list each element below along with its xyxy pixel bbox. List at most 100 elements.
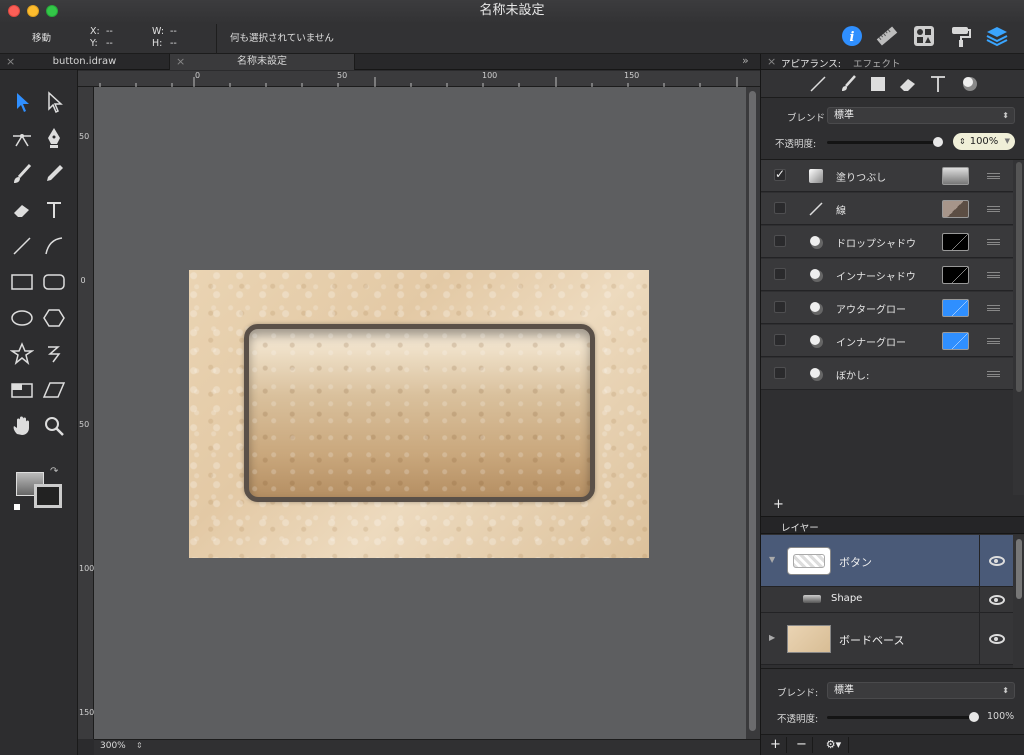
zoom-stepper-icon[interactable]: ⇕ <box>136 741 143 750</box>
drag-handle-icon[interactable] <box>987 272 1000 278</box>
tab-untitled[interactable]: × 名称未設定 <box>170 54 355 70</box>
drag-handle-icon[interactable] <box>987 173 1000 179</box>
polygon-tool-icon[interactable] <box>42 306 66 330</box>
opacity-slider-track[interactable] <box>827 141 941 144</box>
effect-checkbox[interactable] <box>774 167 786 181</box>
fill-effect-icon[interactable] <box>865 72 891 96</box>
scrollbar-thumb[interactable] <box>1016 162 1022 392</box>
effect-checkbox[interactable] <box>774 268 786 280</box>
layer-blend-select[interactable]: 標準 ⬍ <box>827 682 1015 699</box>
selection-arrow-icon[interactable] <box>10 90 34 114</box>
disclosure-triangle-icon[interactable]: ▶ <box>769 633 775 642</box>
disclosure-triangle-icon[interactable]: ▼ <box>769 555 775 564</box>
minimize-window-button[interactable] <box>27 5 39 17</box>
effect-color-swatch[interactable] <box>942 332 969 350</box>
drawing-canvas[interactable] <box>94 87 746 739</box>
shapes-library-icon[interactable] <box>912 24 936 48</box>
effect-row-drop-shadow[interactable]: ドロップシャドウ <box>761 226 1013 258</box>
visibility-eye-icon[interactable] <box>989 634 1005 644</box>
effect-color-swatch[interactable] <box>942 266 969 284</box>
ruler-icon[interactable] <box>875 24 899 48</box>
effect-color-swatch[interactable] <box>942 167 969 185</box>
panel-close-icon[interactable]: × <box>767 55 776 68</box>
drag-handle-icon[interactable] <box>987 239 1000 245</box>
zoom-tool-icon[interactable] <box>42 414 66 438</box>
stepper-icon[interactable]: ⇕ <box>959 133 966 150</box>
layer-row-shape[interactable]: Shape <box>761 587 1013 613</box>
paint-roller-icon[interactable] <box>949 24 973 48</box>
frame-tool-icon[interactable] <box>10 378 34 402</box>
close-window-button[interactable] <box>8 5 20 17</box>
stroke-effect-icon[interactable] <box>805 72 831 96</box>
layers-icon[interactable] <box>985 24 1009 48</box>
close-tab-icon[interactable]: × <box>6 54 15 69</box>
layer-opacity-slider-track[interactable] <box>827 716 977 719</box>
button-shape[interactable] <box>244 324 595 502</box>
board-base-artwork[interactable] <box>189 270 649 558</box>
blend-mode-select[interactable]: 標準 ⬍ <box>827 107 1015 124</box>
effect-checkbox[interactable] <box>774 202 786 214</box>
effects-scrollbar[interactable] <box>1013 160 1024 495</box>
skew-tool-icon[interactable] <box>42 378 66 402</box>
brush-effect-icon[interactable] <box>835 72 861 96</box>
effect-row-fill[interactable]: 塗りつぶし <box>761 160 1013 192</box>
shadow-effect-icon[interactable] <box>957 72 983 96</box>
spiral-tool-icon[interactable] <box>42 342 66 366</box>
add-layer-button[interactable]: + <box>765 737 787 753</box>
drag-handle-icon[interactable] <box>987 338 1000 344</box>
pencil-tool-icon[interactable] <box>42 162 66 186</box>
node-tool-icon[interactable] <box>10 126 34 150</box>
rounded-rectangle-tool-icon[interactable] <box>42 270 66 294</box>
add-effect-button[interactable]: + <box>773 497 784 512</box>
layer-row-button[interactable]: ▼ ボタン <box>761 535 1013 587</box>
tab-button-idraw[interactable]: × button.idraw <box>0 54 170 70</box>
effect-checkbox[interactable] <box>774 301 786 313</box>
visibility-eye-icon[interactable] <box>989 595 1005 605</box>
close-tab-icon[interactable]: × <box>176 54 185 69</box>
effect-checkbox[interactable] <box>774 334 786 346</box>
eraser-tool-icon[interactable] <box>10 198 34 222</box>
hand-tool-icon[interactable] <box>10 414 34 438</box>
effect-row-inner-glow[interactable]: インナーグロー <box>761 325 1013 357</box>
effect-color-swatch[interactable] <box>942 200 969 218</box>
pen-tool-icon[interactable] <box>42 126 66 150</box>
layers-scrollbar[interactable] <box>1013 535 1024 668</box>
ellipse-tool-icon[interactable] <box>10 306 34 330</box>
drag-handle-icon[interactable] <box>987 305 1000 311</box>
stroke-swatch[interactable] <box>34 484 62 508</box>
info-icon[interactable]: i <box>840 24 864 48</box>
drag-handle-icon[interactable] <box>987 371 1000 377</box>
star-tool-icon[interactable] <box>9 342 35 366</box>
effect-color-swatch[interactable] <box>942 233 969 251</box>
tab-overflow-button[interactable]: » <box>742 54 749 67</box>
effect-row-outer-glow[interactable]: アウターグロー <box>761 292 1013 324</box>
swap-colors-icon[interactable]: ↷ <box>50 466 58 477</box>
layer-row-board-base[interactable]: ▶ ボードベース <box>761 613 1013 665</box>
remove-layer-button[interactable]: − <box>791 737 813 753</box>
direct-selection-icon[interactable] <box>42 90 66 114</box>
text-tool-icon[interactable] <box>42 198 66 222</box>
opacity-slider-knob[interactable] <box>933 137 943 147</box>
line-tool-icon[interactable] <box>10 234 34 258</box>
effect-row-stroke[interactable]: 線 <box>761 193 1013 225</box>
effect-row-inner-shadow[interactable]: インナーシャドウ <box>761 259 1013 291</box>
visibility-eye-icon[interactable] <box>989 556 1005 566</box>
text-effect-icon[interactable] <box>925 72 951 96</box>
opacity-field[interactable]: ⇕ 100% ▼ <box>953 133 1015 150</box>
layer-opacity-slider-knob[interactable] <box>969 712 979 722</box>
zoom-window-button[interactable] <box>46 5 58 17</box>
drag-handle-icon[interactable] <box>987 206 1000 212</box>
zoom-level[interactable]: 300% <box>100 741 126 751</box>
default-colors-icon[interactable] <box>14 504 20 510</box>
scrollbar-thumb[interactable] <box>749 91 756 731</box>
scrollbar-thumb[interactable] <box>1016 539 1022 599</box>
brush-tool-icon[interactable] <box>10 162 34 186</box>
effect-checkbox[interactable] <box>774 367 786 379</box>
fill-stroke-swatch[interactable]: ↷ <box>14 466 66 512</box>
eraser-effect-icon[interactable] <box>895 72 921 96</box>
effect-color-swatch[interactable] <box>942 299 969 317</box>
effect-checkbox[interactable] <box>774 235 786 247</box>
rectangle-tool-icon[interactable] <box>10 270 34 294</box>
chevron-down-icon[interactable]: ▼ <box>1005 133 1010 150</box>
curve-tool-icon[interactable] <box>42 234 66 258</box>
